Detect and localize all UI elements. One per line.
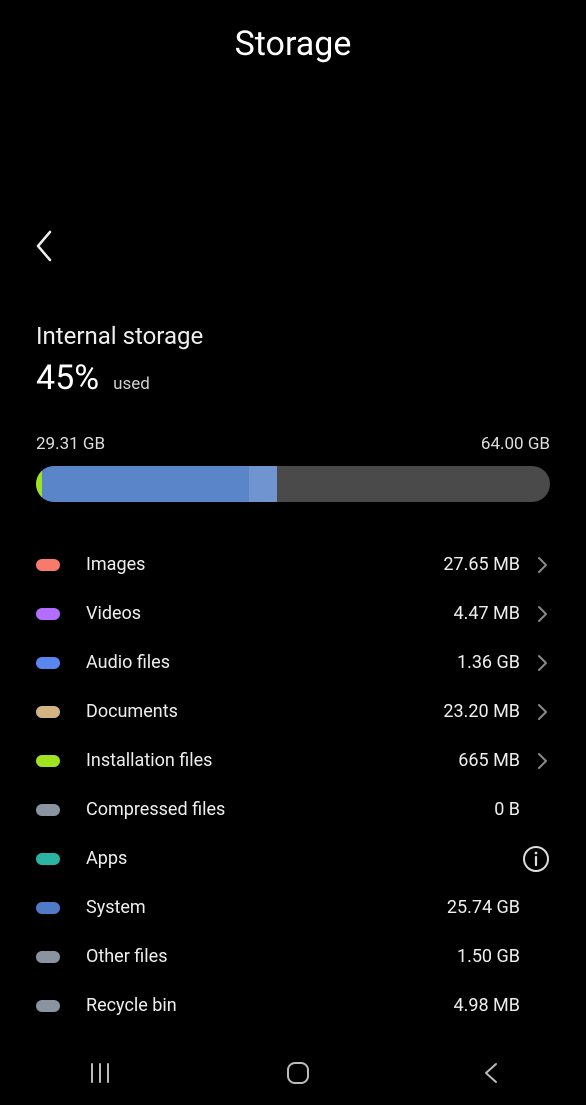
used-size: 29.31 GB xyxy=(36,434,105,454)
chevron-slot xyxy=(520,653,550,673)
category-row-videos[interactable]: Videos4.47 MB xyxy=(36,589,550,638)
category-row-audio-files[interactable]: Audio files1.36 GB xyxy=(36,638,550,687)
chevron-slot xyxy=(520,604,550,624)
category-color-compressed-files xyxy=(36,804,60,816)
chevron-right-icon xyxy=(537,751,548,771)
info-icon xyxy=(522,845,550,873)
chevron-left-icon xyxy=(34,228,54,264)
chevron-right-icon xyxy=(537,653,548,673)
back-button[interactable] xyxy=(34,228,54,268)
chevron-left-icon xyxy=(482,1060,500,1086)
bar-segment-main xyxy=(42,466,249,502)
category-row-compressed-files[interactable]: Compressed files0 B xyxy=(36,785,550,834)
category-color-other-files xyxy=(36,951,60,963)
category-label: Documents xyxy=(86,701,443,722)
usage-bar xyxy=(36,466,550,502)
category-color-videos xyxy=(36,608,60,620)
category-label: Installation files xyxy=(86,750,458,771)
category-size: 23.20 MB xyxy=(443,701,520,722)
recent-apps-button[interactable] xyxy=(86,1062,114,1088)
category-label: Videos xyxy=(86,603,454,624)
home-icon xyxy=(285,1060,311,1086)
category-row-recycle-bin[interactable]: Recycle bin4.98 MB xyxy=(36,981,550,1030)
section-title: Internal storage xyxy=(36,322,550,350)
bar-segment-tail xyxy=(249,466,277,502)
chevron-right-icon xyxy=(537,604,548,624)
total-size: 64.00 GB xyxy=(481,434,550,454)
category-label: Compressed files xyxy=(86,799,494,820)
category-size: 27.65 MB xyxy=(443,554,520,575)
category-row-other-files[interactable]: Other files1.50 GB xyxy=(36,932,550,981)
category-row-installation-files[interactable]: Installation files665 MB xyxy=(36,736,550,785)
navigation-bar xyxy=(0,1045,586,1105)
info-button[interactable] xyxy=(520,845,550,873)
category-label: Apps xyxy=(86,848,520,869)
category-label: System xyxy=(86,897,447,918)
category-color-recycle-bin xyxy=(36,1000,60,1012)
category-color-audio-files xyxy=(36,657,60,669)
chevron-right-icon xyxy=(537,702,548,722)
category-label: Images xyxy=(86,554,443,575)
chevron-slot xyxy=(520,751,550,771)
category-color-installation-files xyxy=(36,755,60,767)
category-size: 4.47 MB xyxy=(454,603,521,624)
category-row-documents[interactable]: Documents23.20 MB xyxy=(36,687,550,736)
used-percent: 45% xyxy=(36,358,99,398)
category-size: 0 B xyxy=(494,799,520,820)
category-size: 1.36 GB xyxy=(457,652,520,673)
used-label: used xyxy=(113,374,150,394)
chevron-slot xyxy=(520,702,550,722)
category-color-apps xyxy=(36,853,60,865)
category-label: Audio files xyxy=(86,652,457,673)
category-size: 25.74 GB xyxy=(447,897,520,918)
page-title: Storage xyxy=(0,24,586,64)
recent-apps-icon xyxy=(86,1062,114,1084)
category-row-system[interactable]: System25.74 GB xyxy=(36,883,550,932)
category-row-apps[interactable]: Apps xyxy=(36,834,550,883)
nav-back-button[interactable] xyxy=(482,1060,500,1090)
category-color-images xyxy=(36,559,60,571)
category-color-documents xyxy=(36,706,60,718)
category-size: 1.50 GB xyxy=(457,946,520,967)
category-label: Recycle bin xyxy=(86,995,454,1016)
chevron-right-icon xyxy=(537,555,548,575)
category-color-system xyxy=(36,902,60,914)
category-size: 665 MB xyxy=(458,750,520,771)
category-label: Other files xyxy=(86,946,457,967)
chevron-slot xyxy=(520,555,550,575)
home-button[interactable] xyxy=(285,1060,311,1090)
category-size: 4.98 MB xyxy=(454,995,521,1016)
category-row-images[interactable]: Images27.65 MB xyxy=(36,540,550,589)
